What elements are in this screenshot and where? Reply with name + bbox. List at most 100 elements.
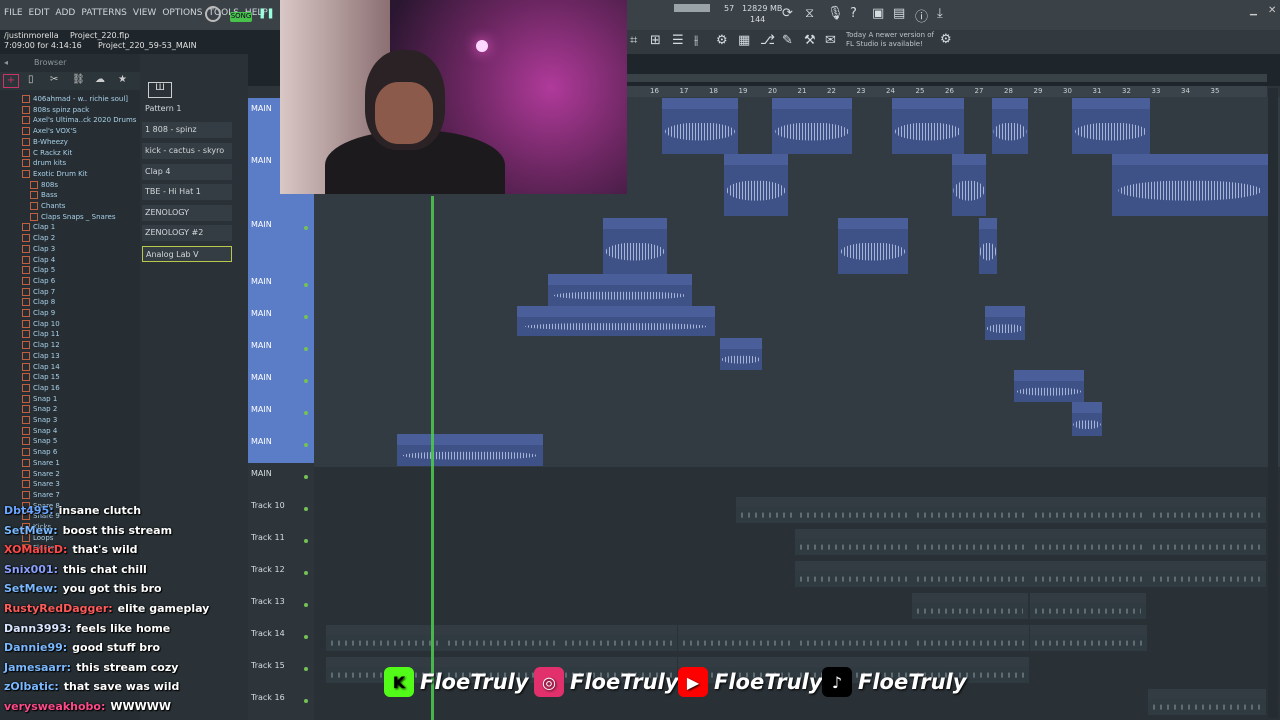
- browser-tree-item[interactable]: Chants: [30, 202, 65, 212]
- browser-tree-item[interactable]: Exotic Drum Kit: [22, 169, 87, 180]
- browser-tree-item[interactable]: drum kits: [22, 159, 66, 169]
- chat-username[interactable]: Jamesaarr:: [4, 661, 71, 674]
- chat-username[interactable]: SetMew:: [4, 524, 58, 537]
- track-mute-dot[interactable]: [304, 603, 308, 607]
- vertical-scrollbar[interactable]: [1268, 88, 1278, 718]
- link-icon[interactable]: ⛓: [72, 74, 85, 85]
- audio-clip[interactable]: Project_2..33_MAIN: [1072, 98, 1150, 154]
- chat-username[interactable]: SetMew:: [4, 582, 58, 595]
- pattern-clip[interactable]: ZENOLOGY: [560, 625, 677, 651]
- pattern-clip[interactable]: Clap 4: [912, 561, 1030, 587]
- browser-tree-item[interactable]: Snap 4: [22, 426, 57, 437]
- audio-clip[interactable]: Project_2..00_MAIN: [662, 98, 738, 154]
- browser-tree-item[interactable]: Clap 6: [22, 276, 55, 287]
- refresh-icon[interactable]: ⟳: [782, 6, 793, 21]
- pattern-clip[interactable]: kick - cactus - skyro: [1030, 529, 1148, 555]
- browser-tree-item[interactable]: Claps Snaps _ Snares: [30, 212, 116, 223]
- audio-clip[interactable]: Project_7_MAIN: [838, 218, 908, 274]
- rack-channel-808[interactable]: 1 808 - spinz: [142, 122, 232, 138]
- browser-tree-item[interactable]: Clap 11: [22, 330, 60, 340]
- audio-clip[interactable]: Project_2..52_MAIN: [1014, 370, 1084, 402]
- pattern-clip[interactable]: ZENOLOGY: [795, 625, 912, 651]
- browser-tree-item[interactable]: Snare 1: [22, 458, 60, 469]
- audio-clip[interactable]: Project_2..28_MAIN: [892, 98, 964, 154]
- rack-channel-hihat[interactable]: TBE - Hi Hat 1: [142, 184, 232, 200]
- playhead-marker[interactable]: [431, 196, 434, 720]
- browser-tree-item[interactable]: Clap 5: [22, 266, 55, 276]
- file-icon[interactable]: ▯: [28, 74, 34, 85]
- pattern-clip[interactable]: 1 808 - spinz: [1030, 497, 1148, 523]
- track-header[interactable]: MAIN: [248, 271, 314, 303]
- pattern-clip[interactable]: Clap 4: [1030, 561, 1148, 587]
- update-icon[interactable]: ⚙: [940, 32, 952, 47]
- track-mute-dot[interactable]: [304, 226, 308, 230]
- pattern-clip[interactable]: kick - cactus - skyro: [1148, 529, 1266, 555]
- chat-username[interactable]: RustyRedDagger:: [4, 602, 113, 615]
- menu-options[interactable]: OPTIONS: [162, 8, 202, 18]
- pattern-clip[interactable]: ZENOLOGY: [443, 625, 560, 651]
- info-icon[interactable]: ⓘ: [915, 6, 928, 25]
- metronome-icon[interactable]: ⧖: [805, 6, 814, 21]
- menu-patterns[interactable]: PATTERNS: [81, 8, 127, 18]
- audio-clip[interactable]: Proj..AIN: [985, 306, 1025, 340]
- pattern-clip[interactable]: Analog Lab V: [1148, 689, 1266, 715]
- save-icon[interactable]: ▣: [872, 6, 884, 21]
- browser-tree-item[interactable]: Axel's Ultima..ck 2020 Drums: [22, 116, 136, 126]
- wrench-icon[interactable]: ✎: [782, 33, 793, 48]
- scissors-icon[interactable]: ✂: [50, 74, 58, 85]
- plugin-icon[interactable]: ⚙: [716, 33, 728, 48]
- script-icon[interactable]: ✉: [825, 33, 836, 48]
- pattern-clip[interactable]: 1 808 - spinz: [912, 497, 1030, 523]
- chat-username[interactable]: Dann3993:: [4, 622, 71, 635]
- chat-username[interactable]: XOMalicD:: [4, 543, 67, 556]
- track-mute-dot[interactable]: [304, 283, 308, 287]
- browser-tree-item[interactable]: Snap 6: [22, 448, 57, 458]
- track-header[interactable]: MAIN: [248, 303, 314, 335]
- browser-tree-item[interactable]: Axel's VOX'S: [22, 127, 77, 137]
- record-knob-icon[interactable]: [205, 6, 221, 22]
- audio-clip[interactable]: Pr..N: [1072, 402, 1102, 436]
- audio-clip[interactable]: [979, 218, 997, 274]
- track-mute-dot[interactable]: [304, 411, 308, 415]
- track-header[interactable]: MAIN: [248, 335, 314, 367]
- browser-tree-item[interactable]: Clap 4: [22, 255, 55, 266]
- browser-tree-item[interactable]: Clap 16: [22, 383, 60, 394]
- audio-clip[interactable]: Project_4_MAIN: [603, 218, 667, 274]
- social-handle[interactable]: ♪ FloeTruly: [822, 664, 966, 700]
- track-header[interactable]: Track 16: [248, 687, 314, 720]
- browser-tree-item[interactable]: Clap 12: [22, 341, 60, 351]
- rack-channel-analog-lab[interactable]: Analog Lab V: [142, 246, 232, 262]
- pattern-clip[interactable]: ZENOLOGY: [326, 625, 443, 651]
- pattern-clip[interactable]: TBE - Hi Hat 1: [912, 593, 1028, 619]
- browser-tree-item[interactable]: 808s spinz pack: [22, 105, 89, 116]
- chat-username[interactable]: Dbt495:: [4, 504, 54, 517]
- track-mute-dot[interactable]: [304, 507, 308, 511]
- browser-tree-item[interactable]: 406ahmad - w.. richie soul]: [22, 95, 128, 105]
- track-header[interactable]: Track 10: [248, 495, 314, 527]
- browser-tree-item[interactable]: Snap 2: [22, 405, 57, 415]
- audio-clip[interactable]: Project_220_2026-08-13 15-46-33_MAIN: [1112, 154, 1268, 216]
- browser-tree-item[interactable]: Clap 14: [22, 362, 60, 373]
- menu-file[interactable]: FILE: [4, 8, 23, 18]
- audio-clip[interactable]: Project_220_2026-08-13 15-25-45_MAIN: [517, 306, 715, 336]
- mic-icon[interactable]: 🎙: [827, 6, 844, 21]
- rack-channel-zenology[interactable]: ZENOLOGY: [142, 205, 232, 221]
- tools-icon[interactable]: ⚒: [804, 33, 816, 48]
- browser-tree-item[interactable]: Snap 3: [22, 416, 57, 426]
- piano-roll-icon[interactable]: ⊞: [650, 33, 661, 48]
- browser-tree-item[interactable]: Snap 5: [22, 437, 57, 447]
- star-icon[interactable]: ★: [118, 74, 127, 85]
- chat-username[interactable]: verysweakhobo:: [4, 700, 105, 713]
- help-icon[interactable]: ?: [850, 6, 857, 21]
- browser-tree-item[interactable]: Clap 3: [22, 244, 55, 255]
- update-notice[interactable]: Today A newer version of FL Studio is av…: [846, 31, 934, 49]
- social-handle[interactable]: ◎ FloeTruly: [534, 664, 678, 700]
- cloud-icon[interactable]: ☁: [95, 74, 105, 85]
- track-mute-dot[interactable]: [304, 539, 308, 543]
- track-mute-dot[interactable]: [304, 667, 308, 671]
- track-header[interactable]: Track 14: [248, 623, 314, 655]
- download-icon[interactable]: ⤓: [937, 6, 943, 21]
- chat-username[interactable]: Snix001:: [4, 563, 58, 576]
- browser-icon[interactable]: ⎇: [760, 33, 775, 48]
- track-mute-dot[interactable]: [304, 347, 308, 351]
